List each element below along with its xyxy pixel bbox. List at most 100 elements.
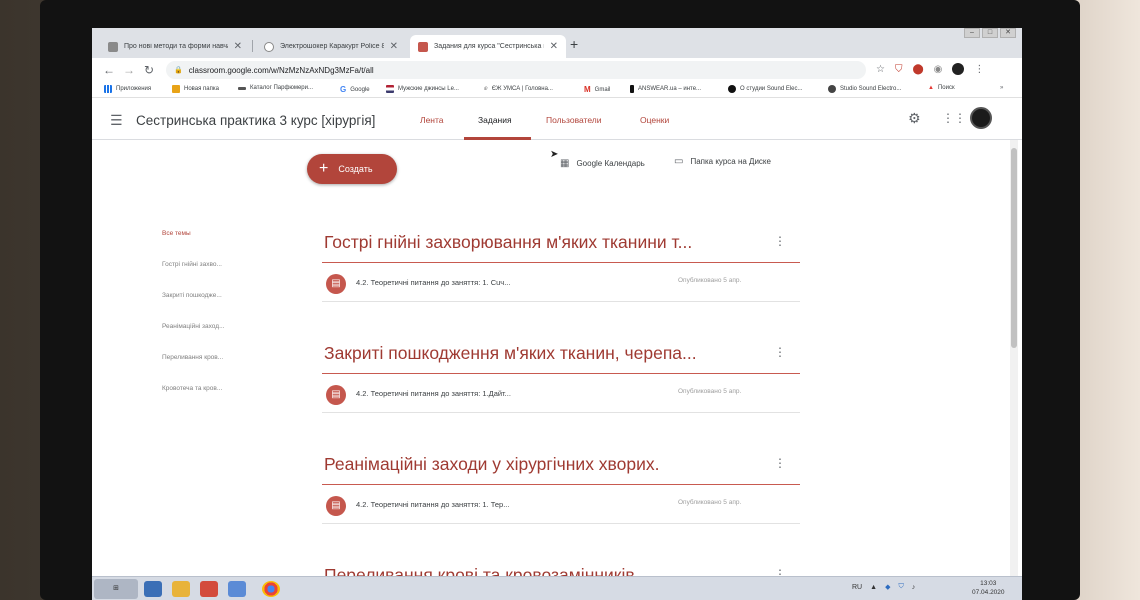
extension-icon[interactable]: ◉ <box>934 64 943 75</box>
browser-tab-2[interactable]: Электрошокер Каракурт Police 8L ✕ <box>256 35 406 58</box>
topic-title[interactable]: Реанімаційні заходи у хірургічних хворих… <box>324 454 660 475</box>
classroom-header: ☰ Сестринська практика 3 курс [хірургія]… <box>92 98 1022 140</box>
bookmark-label: Gmail <box>594 86 611 93</box>
bookmark-label: Приложения <box>116 86 152 92</box>
url-text: classroom.google.com/w/NzMzNzAxNDg3MzFa/… <box>188 65 374 75</box>
bookmark-umsa[interactable]: ⅇ ЄЖ УМСА | Головна... <box>484 85 553 93</box>
bookmark-folder[interactable]: Новая папка <box>172 85 219 93</box>
scrollbar-thumb[interactable] <box>1011 148 1017 348</box>
close-icon[interactable]: ✕ <box>234 41 242 52</box>
topic-title[interactable]: Закриті пошкодження м'яких тканин, череп… <box>324 343 697 364</box>
browser-window: Про нові методи та форми навчан ✕ Электр… <box>92 28 1022 600</box>
bookmarks-overflow-icon[interactable]: » <box>1000 85 1003 91</box>
volume-icon[interactable]: ♪ <box>912 584 916 591</box>
bookmark-gmail[interactable]: M Gmail <box>584 85 610 94</box>
bookmarks-bar: Приложения Новая папка Каталог Парфюмери… <box>92 82 1022 98</box>
network-icon[interactable]: ◆ <box>885 583 890 591</box>
bookmark-studio-sound[interactable]: Studio Sound Electro... <box>828 85 901 93</box>
forward-arrow-icon[interactable]: → <box>122 63 136 77</box>
tab-title: Про нові методи та форми навчан <box>124 43 228 50</box>
assignment-row[interactable]: ▤ 4.2. Теоретичні питання до заняття: 1.… <box>322 379 800 413</box>
topic-divider <box>322 484 800 485</box>
create-button[interactable]: + Создать <box>307 154 397 184</box>
assignment-title: 4.2. Теоретичні питання до заняття: 1.Да… <box>356 389 511 398</box>
more-vert-icon[interactable]: ⋮ <box>774 345 786 359</box>
bookmark-perfume[interactable]: Каталог Парфюмери... <box>238 85 313 91</box>
bookmark-label: Мужские джинсы Le... <box>398 86 459 92</box>
bookmark-label: Новая папка <box>184 86 219 92</box>
taskbar-clock[interactable]: 13:03 07.04.2020 <box>972 579 1005 597</box>
drive-label: Папка курса на Диске <box>690 157 771 166</box>
browser-tab-3[interactable]: Задания для курса "Сестринська п ✕ <box>410 35 566 58</box>
address-bar[interactable]: 🔒 classroom.google.com/w/NzMzNzAxNDg3MzF… <box>166 61 866 79</box>
start-button[interactable]: ⊞ <box>94 579 138 599</box>
minimize-icon[interactable]: – <box>964 28 980 38</box>
account-avatar[interactable] <box>970 107 992 129</box>
bookmark-answear[interactable]: ANSWEAR.ua – инте... <box>630 85 701 93</box>
tab-people[interactable]: Пользователи <box>546 115 601 125</box>
bookmark-apps[interactable]: Приложения <box>104 85 151 93</box>
language-indicator[interactable]: RU <box>852 584 862 591</box>
reload-icon[interactable]: ↻ <box>142 63 156 77</box>
globe-icon <box>828 85 836 93</box>
plus-icon: + <box>319 160 329 177</box>
paint-icon[interactable] <box>228 581 246 597</box>
sidebar-item-topic-2[interactable]: Закриті пошкодже... <box>162 292 222 299</box>
bookmark-search[interactable]: ▲ Поиск <box>928 85 955 91</box>
more-vert-icon[interactable]: ⋮ <box>774 456 786 470</box>
close-icon[interactable]: ✕ <box>390 41 398 52</box>
assignment-row[interactable]: ▤ 4.2. Теоретичні питання до заняття: 1.… <box>322 490 800 524</box>
classroom-icon <box>418 41 428 52</box>
bookmark-label: О студии Sound Elec... <box>740 86 803 92</box>
published-date: Опубликовано 5 апр. <box>678 499 742 506</box>
tab-grades[interactable]: Оценки <box>640 115 669 125</box>
course-title[interactable]: Сестринська практика 3 курс [хірургія] <box>136 113 375 128</box>
clock-date: 07.04.2020 <box>972 589 1005 596</box>
sidebar-item-topic-4[interactable]: Переливання кров... <box>162 354 223 361</box>
close-icon[interactable]: ✕ <box>550 41 558 52</box>
settings-gear-icon[interactable]: ⚙ <box>908 110 921 127</box>
extension-opera-icon[interactable]: ⬤ <box>912 64 923 75</box>
assignment-icon: ▤ <box>326 274 346 294</box>
bookmark-label: ЄЖ УМСА | Головна... <box>491 85 553 92</box>
topic-title[interactable]: Гострі гнійні захворювання м'яких тканин… <box>324 232 692 253</box>
chrome-icon[interactable] <box>262 581 280 597</box>
extension-shield-icon[interactable]: ⛉ <box>895 64 903 75</box>
drive-folder-link[interactable]: ▭ Папка курса на Диске <box>674 156 771 167</box>
tray-arrow-icon[interactable]: ▲ <box>870 584 877 591</box>
browser-tab-1[interactable]: Про нові методи та форми навчан ✕ <box>100 35 250 58</box>
sidebar-item-topic-3[interactable]: Реанімаційні заход... <box>162 323 225 330</box>
loading-icon <box>264 41 274 52</box>
maximize-icon[interactable]: □ <box>982 28 998 38</box>
shield-icon[interactable]: ⛉ <box>898 583 903 591</box>
lock-icon: 🔒 <box>174 67 183 74</box>
bookmark-google[interactable]: G Google <box>340 85 370 94</box>
menu-dots-icon[interactable]: ⋮ <box>974 64 984 75</box>
tab-classwork[interactable]: Задания <box>478 115 512 125</box>
document-icon <box>108 41 118 52</box>
more-vert-icon[interactable]: ⋮ <box>774 234 786 248</box>
bookmark-sound-studio[interactable]: О студии Sound Elec... <box>728 85 803 93</box>
page-scrollbar[interactable] <box>1010 140 1018 600</box>
sidebar-item-all-topics[interactable]: Все темы <box>162 230 191 237</box>
ie-icon[interactable] <box>144 581 162 597</box>
window-controls: – □ ✕ <box>964 28 1016 38</box>
published-date: Опубликовано 5 апр. <box>678 388 742 395</box>
gmail-icon: M <box>584 85 591 94</box>
published-date: Опубликовано 5 апр. <box>678 277 742 284</box>
new-tab-button[interactable]: + <box>570 36 578 52</box>
back-arrow-icon[interactable]: ← <box>102 63 116 77</box>
tab-stream[interactable]: Лента <box>420 115 444 125</box>
close-window-icon[interactable]: ✕ <box>1000 28 1016 38</box>
sidebar-item-topic-5[interactable]: Кровотеча та кров... <box>162 385 222 392</box>
google-calendar-link[interactable]: ▦ Google Календарь <box>560 158 645 169</box>
hamburger-menu-icon[interactable]: ☰ <box>110 112 123 129</box>
assignment-row[interactable]: ▤ 4.2. Теоретичні питання до заняття: 1.… <box>322 268 800 302</box>
profile-avatar-icon[interactable] <box>952 63 965 75</box>
explorer-icon[interactable] <box>172 581 190 597</box>
star-icon[interactable]: ☆ <box>876 64 885 75</box>
sidebar-item-topic-1[interactable]: Гострі гнійні захво... <box>162 261 222 268</box>
bookmark-jeans[interactable]: Мужские джинсы Le... <box>386 85 459 93</box>
assignment-title: 4.2. Теоретичні питання до заняття: 1. Т… <box>356 500 510 509</box>
media-icon[interactable] <box>200 581 218 597</box>
